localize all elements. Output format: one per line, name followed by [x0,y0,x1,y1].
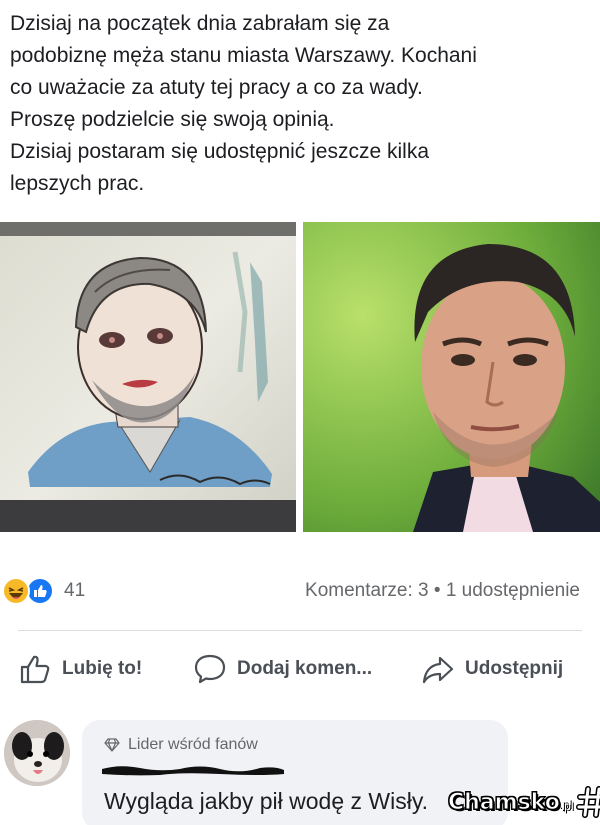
share-button[interactable]: Udostępnij [421,645,563,693]
watermark-suffix: .pl [560,799,574,813]
share-button-label: Udostępnij [465,658,564,679]
comment-button[interactable]: Dodaj komen... [193,645,372,693]
watermark-text: Chamsko [448,789,561,815]
post-line: podobiznę męża stanu miasta Warszawy. Ko… [10,44,477,67]
comment-text: Wygląda jakby pił wodę z Wisły. [104,788,429,814]
sketch-portrait-image [0,222,296,532]
redacted-author-name [102,766,284,776]
reaction-icons [0,573,60,609]
avatar[interactable] [4,720,70,786]
politician-photo[interactable] [303,222,600,532]
photo-bottom-strip [0,532,600,554]
post-actions: Lubię to! Dodaj komen... Udostępnij [0,645,600,693]
hash-logo-icon [575,786,600,818]
post-photos [0,222,600,532]
divider [18,630,582,631]
comment-button-label: Dodaj komen... [237,658,373,679]
speech-bubble-icon [194,654,226,684]
top-fan-badge: Lider wśród fanów [104,736,258,754]
reactions-summary[interactable]: 41 [0,573,85,609]
reaction-count: 41 [64,580,86,601]
haha-reaction-icon [2,577,30,605]
sketch-portrait-photo[interactable] [0,222,296,532]
dog-avatar-image [4,720,70,786]
post-text: Dzisiaj na początek dnia zabrałam się za… [10,8,590,200]
thumbs-up-icon [20,655,50,684]
top-fan-label: Lider wśród fanów [128,736,258,753]
post-line: lepszych prac. [10,172,145,195]
chamsko-watermark: Chamsko .pl [448,780,600,824]
diamond-icon [104,738,120,752]
politician-portrait-image [303,222,600,532]
post-line: co uważacie za atuty tej pracy a co za w… [10,76,423,99]
post-stats[interactable]: Komentarze: 3 • 1 udostępnienie [305,580,580,602]
like-button-label: Lubię to! [62,658,143,679]
post-line: Dzisiaj postaram się udostępnić jeszcze … [10,140,430,163]
post-line: Dzisiaj na początek dnia zabrałam się za [10,12,390,35]
share-arrow-icon [422,656,454,684]
like-reaction-icon [26,577,54,605]
post-line: Proszę podzielcie się swoją opinią. [10,108,335,131]
like-button[interactable]: Lubię to! [18,645,142,693]
comment-bubble[interactable]: Lider wśród fanów Wygląda jakby pił wodę… [82,720,508,825]
